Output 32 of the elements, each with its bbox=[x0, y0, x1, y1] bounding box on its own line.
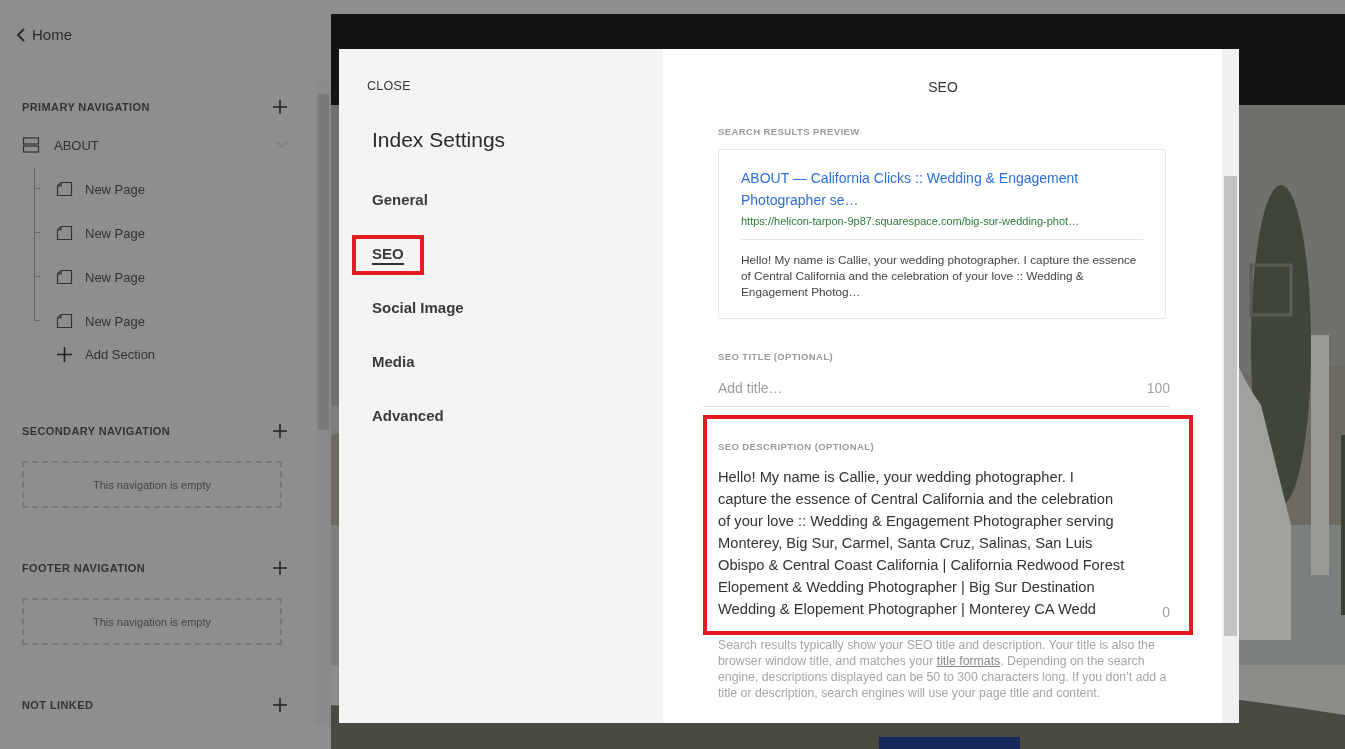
character-counter: 100 bbox=[1146, 380, 1170, 396]
nav-item[interactable]: New Page bbox=[85, 313, 145, 329]
seo-description-field[interactable]: Hello! My name is Callie, your wedding photographer. I capture the essence of Central California and the celebration of your love :: Wedding & Engagement Photographer serving Monterey, Big Sur, Carmel, Santa Cruz, Salinas, San Luis Obispo & Central Coast California | California Redwood Forest Elopement & Wedding Photographer | Big Sur Destination Wedding & Elopement Photographer | Monterey CA Wedd bbox=[718, 466, 1126, 620]
close-button[interactable]: CLOSE bbox=[367, 79, 411, 93]
seo-title-field[interactable]: Add title… bbox=[718, 380, 1098, 396]
empty-message: This navigation is empty bbox=[93, 478, 211, 491]
back-link[interactable]: Home bbox=[16, 26, 72, 43]
section-heading: PRIMARY NAVIGATION bbox=[22, 101, 150, 113]
add-section-button[interactable]: Add Section bbox=[34, 337, 316, 371]
preview-description: Hello! My name is Callie, your wedding photographer. I capture the essence of Central California and the celebration of your love :: Wedding & Engagement Photog… bbox=[741, 252, 1138, 300]
nav-item[interactable]: New Page bbox=[85, 269, 145, 285]
preview-title-link[interactable]: ABOUT — California Clicks :: Wedding & Engagement Photographer se… bbox=[741, 167, 1143, 211]
help-text: Search results typically show your SEO title and description. Your title is also the browser window title, and matches your title formats. Depending on the search engine, descriptions displayed can be 50 to 300 characters long. If you don’t add a title or description, search engines will use your page title and content. bbox=[718, 637, 1168, 701]
section-heading: FOOTER NAVIGATION bbox=[22, 562, 146, 574]
field-label: SEO TITLE (OPTIONAL) bbox=[718, 351, 835, 362]
character-counter: 0 bbox=[1162, 604, 1170, 620]
settings-tab[interactable]: General bbox=[352, 181, 448, 221]
settings-tab[interactable]: SEO bbox=[352, 235, 424, 275]
nav-item[interactable]: ABOUT bbox=[54, 137, 276, 153]
field-label: SEO DESCRIPTION (OPTIONAL) bbox=[718, 441, 876, 452]
settings-tab[interactable]: Social Image bbox=[352, 289, 484, 329]
dialog-title: Index Settings bbox=[372, 128, 507, 152]
empty-message: This navigation is empty bbox=[93, 615, 211, 628]
settings-tab[interactable]: Media bbox=[352, 343, 435, 383]
panel-title: SEO bbox=[928, 79, 958, 95]
preview-url: https://helicon-tarpon-9p87.squarespace.com/big-sur-wedding-phot… bbox=[741, 215, 1081, 227]
section-label: SEARCH RESULTS PREVIEW bbox=[718, 126, 861, 137]
section-heading: NOT LINKED bbox=[22, 699, 94, 711]
section-heading: SECONDARY NAVIGATION bbox=[22, 425, 171, 437]
nav-item[interactable]: New Page bbox=[85, 225, 145, 241]
nav-item[interactable]: New Page bbox=[85, 181, 145, 197]
settings-tab[interactable]: Advanced bbox=[352, 397, 464, 437]
